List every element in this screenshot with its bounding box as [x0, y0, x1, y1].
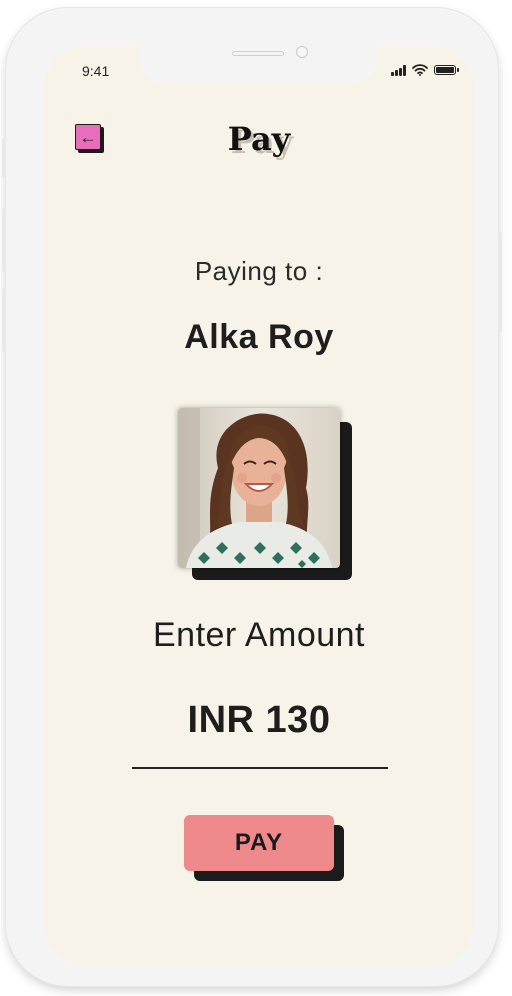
- signal-icon: [391, 64, 406, 76]
- amount-input[interactable]: INR 130: [44, 699, 474, 742]
- pay-button[interactable]: PAY: [184, 815, 346, 883]
- phone-frame: 9:41 ← Pay Paying to : Alka Roy Enter Am…: [2, 8, 502, 986]
- payee-avatar: [178, 408, 354, 582]
- status-time: 9:41: [82, 63, 110, 79]
- battery-icon: [434, 65, 459, 75]
- screen: 9:41 ← Pay Paying to : Alka Roy Enter Am…: [44, 46, 474, 966]
- amount-underline: [132, 767, 388, 769]
- side-button-right: [498, 232, 502, 332]
- side-button-left-2: [2, 208, 6, 272]
- camera: [296, 46, 308, 58]
- wifi-icon: [412, 64, 428, 76]
- notch: [140, 46, 376, 82]
- side-button-left-1: [2, 138, 6, 178]
- page-title: Pay: [227, 120, 291, 158]
- side-button-left-3: [2, 288, 6, 352]
- pay-button-label[interactable]: PAY: [184, 815, 334, 871]
- speaker: [232, 51, 284, 56]
- paying-to-label: Paying to :: [194, 256, 324, 286]
- enter-amount-label: Enter Amount: [152, 616, 365, 654]
- avatar-photo: [178, 408, 340, 568]
- status-icons: [391, 64, 459, 76]
- payee-name: Alka Roy: [184, 318, 334, 356]
